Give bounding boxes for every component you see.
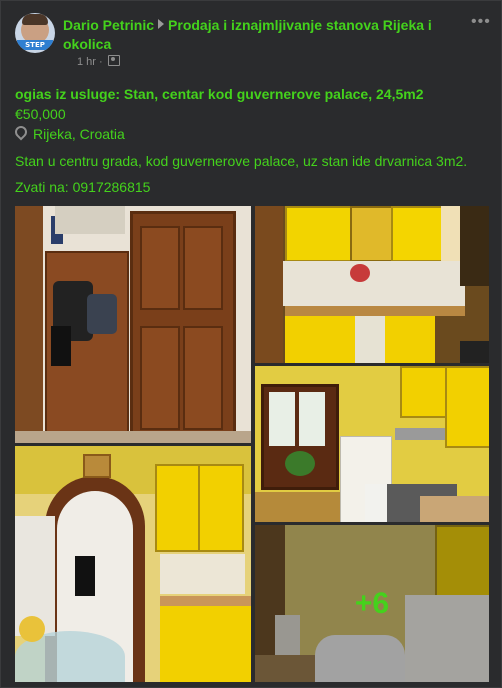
location-label: Rijeka, Croatia (33, 126, 125, 142)
photo-kitchen-window[interactable] (255, 366, 489, 522)
photo-arched-doorway[interactable] (15, 446, 251, 682)
more-dots-icon[interactable]: ••• (471, 14, 491, 30)
post-time[interactable]: 1 hr (77, 56, 96, 68)
photo-hallway[interactable] (15, 206, 251, 443)
post-heading: Dario Petrinic Prodaja i iznajmljivanje s… (63, 16, 448, 54)
post-card: STEP Dario Petrinic Prodaja i iznajmljiva… (0, 0, 502, 688)
avatar-hair (22, 14, 48, 25)
arrow-right-icon (158, 19, 165, 29)
author-name[interactable]: Dario Petrinic (63, 17, 154, 33)
more-photos-count: +6 (354, 586, 390, 620)
listing-price: €50,000 (15, 106, 66, 122)
avatar[interactable]: STEP (15, 13, 55, 53)
photo-kitchen-cabinets[interactable] (255, 206, 489, 363)
avatar-badge: STEP (17, 40, 53, 50)
listing-location[interactable]: Rijeka, Croatia (12, 123, 125, 142)
post-header: STEP Dario Petrinic Prodaja i iznajmljiva… (15, 13, 491, 73)
listing-phone: Zvati na: 0917286815 (15, 179, 151, 195)
photo-more[interactable]: +6 (255, 525, 489, 682)
friends-privacy-icon (107, 55, 120, 66)
listing-title: ogias iz usluge: Stan, centar kod guvern… (15, 86, 424, 102)
location-pin-icon (12, 123, 30, 141)
meta-separator: · (99, 56, 103, 68)
post-meta: 1 hr · (77, 55, 120, 68)
listing-description: Stan u centru grada, kod guvernerove pal… (15, 153, 468, 169)
